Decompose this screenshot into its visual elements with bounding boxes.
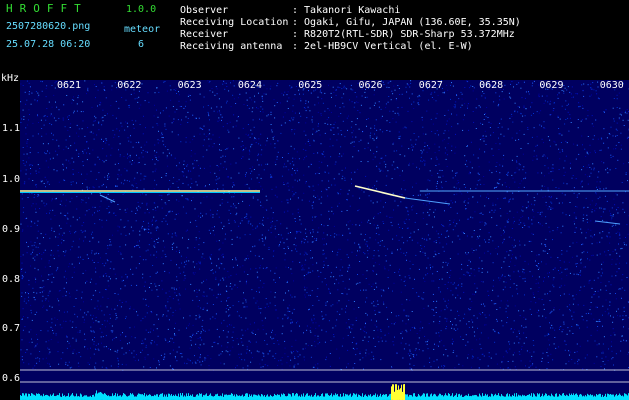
time-tick-label: 0630	[599, 80, 624, 91]
spectrogram-canvas	[20, 80, 629, 400]
capture-datetime: 25.07.28 06:20	[6, 39, 91, 50]
observer-value: : Takanori Kawachi	[292, 5, 401, 16]
frequency-tick-label: 1.1	[2, 123, 21, 134]
time-tick-label: 0624	[237, 80, 262, 91]
frequency-tick-label: 0.9	[2, 224, 21, 235]
time-tick-label: 0628	[479, 80, 504, 91]
receiver-value: : R820T2(RTL-SDR) SDR-Sharp 53.372MHz	[292, 29, 515, 40]
time-tick-label: 0626	[358, 80, 383, 91]
time-tick-label: 0625	[298, 80, 323, 91]
time-tick-label: 0629	[539, 80, 564, 91]
noise-speckle	[20, 80, 629, 371]
app-version: 1.0.0	[126, 4, 157, 15]
amplitude-trace	[20, 384, 629, 400]
location-label: Receiving Location	[180, 17, 289, 28]
antenna-label: Receiving antenna	[180, 41, 283, 52]
time-tick-label: 0623	[177, 80, 202, 91]
receiver-label: Receiver	[180, 29, 229, 40]
meteor-echo-small	[99, 194, 116, 203]
meteor-echo-tail	[404, 197, 451, 205]
meteor-label: meteor	[124, 24, 161, 35]
meteor-echo-right	[594, 220, 621, 225]
unit-label: kHz	[1, 73, 20, 84]
hrofft-window: HROFFT 1.0.0 2507280620.png 25.07.28 06:…	[0, 0, 629, 400]
antenna-value: : 2el-HB9CV Vertical (el. E-W)	[292, 41, 473, 52]
time-tick-label: 0621	[57, 80, 82, 91]
meteor-count: 6	[138, 39, 145, 50]
image-filename: 2507280620.png	[6, 21, 91, 32]
time-tick-label: 0622	[117, 80, 142, 91]
spectrogram	[20, 80, 629, 400]
meteor-echo	[354, 185, 406, 199]
time-tick-label: 0627	[418, 80, 443, 91]
location-value: : Ogaki, Gifu, JAPAN (136.60E, 35.35N)	[292, 17, 521, 28]
frequency-tick-label: 0.8	[2, 274, 21, 285]
app-title: HROFFT	[6, 2, 88, 15]
observer-label: Observer	[180, 5, 229, 16]
frequency-tick-label: 1.0	[2, 174, 21, 185]
frequency-tick-label: 0.7	[2, 323, 21, 334]
frequency-tick-label: 0.6	[2, 373, 21, 384]
